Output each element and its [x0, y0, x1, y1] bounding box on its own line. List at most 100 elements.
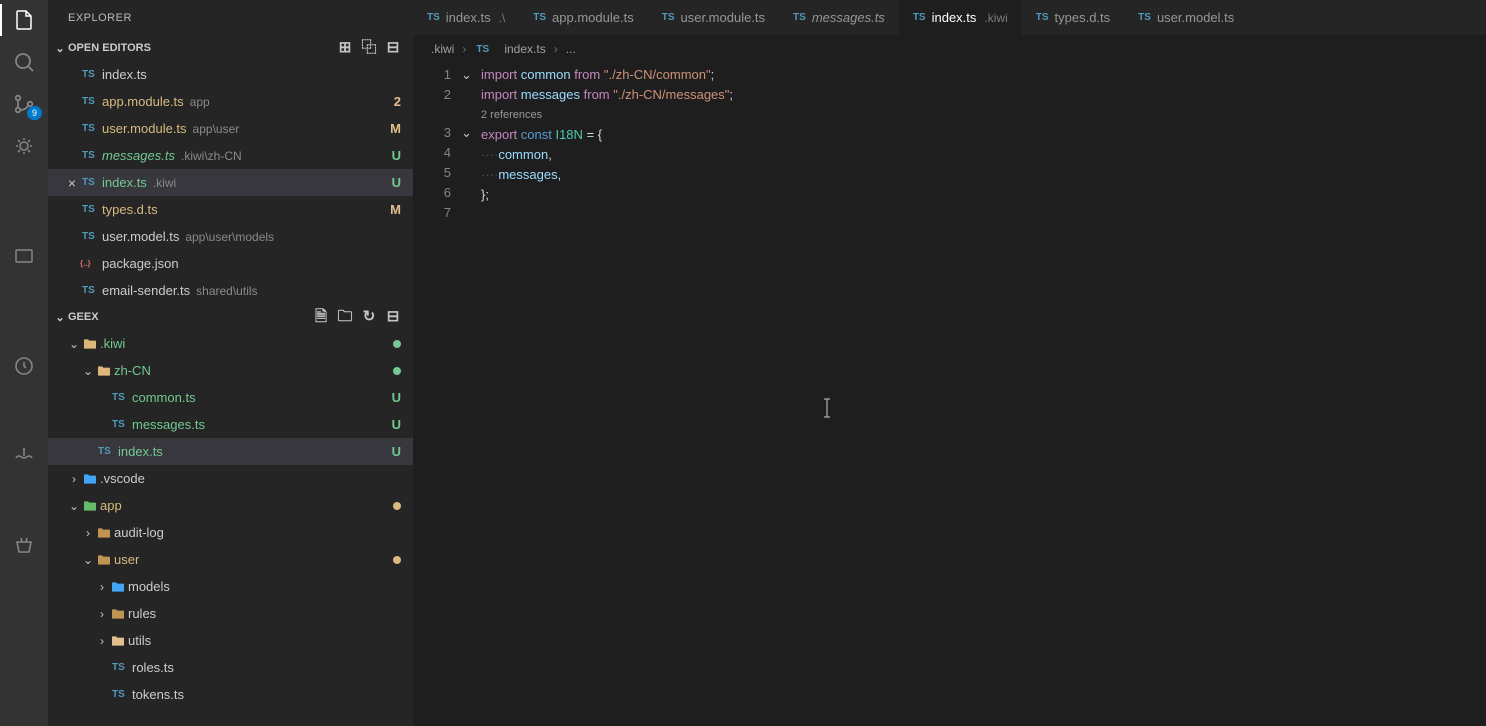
chevron-down-icon[interactable]: ⌄ [80, 553, 96, 567]
fold-down-icon[interactable]: ⌄ [461, 65, 481, 85]
editor-tab[interactable]: TSapp.module.ts [519, 0, 647, 35]
tree-item[interactable]: › audit-log [48, 519, 413, 546]
breadcrumb-more[interactable]: ... [566, 42, 576, 56]
file-label: audit-log [114, 525, 164, 540]
new-folder-icon[interactable]: 🗀 [337, 309, 353, 325]
debug-icon[interactable] [12, 134, 36, 158]
chevron-right-icon[interactable]: › [66, 472, 82, 486]
tree-item[interactable]: ⌄app [48, 492, 413, 519]
file-label: messages.ts [132, 417, 205, 432]
editor-tab[interactable]: TSindex.ts.\ [413, 0, 519, 35]
extension-icon-1[interactable] [12, 244, 36, 268]
tree-item[interactable]: ›.vscode [48, 465, 413, 492]
open-editor-item[interactable]: TSemail-sender.tsshared\utils [48, 277, 413, 304]
open-editor-item[interactable]: {..}package.json [48, 250, 413, 277]
editor-tab[interactable]: TSmessages.ts [779, 0, 899, 35]
open-editor-item[interactable]: TSapp.module.tsapp2 [48, 88, 413, 115]
tree-item[interactable]: TSroles.ts [48, 654, 413, 681]
tree-item[interactable]: TSindex.tsU [48, 438, 413, 465]
keyword: from [584, 87, 610, 102]
open-editor-item[interactable]: TStypes.d.tsM [48, 196, 413, 223]
code-editor[interactable]: 1 2 3 4 5 6 7 ⌄ ⌄ import common from "./… [413, 63, 1486, 225]
ts-icon: TS [80, 96, 102, 107]
refresh-icon[interactable]: ↻ [361, 309, 377, 325]
breadcrumb[interactable]: .kiwi › TS index.ts › ... [413, 35, 1486, 63]
source-control-icon[interactable]: 9 [12, 92, 36, 116]
sidebar: EXPLORER ⌄ OPEN EDITORS ⊞ ⿻ ⊟ TSindex.ts… [48, 0, 413, 726]
open-editor-item[interactable]: TSuser.module.tsapp\userM [48, 115, 413, 142]
tab-label: types.d.ts [1055, 10, 1111, 25]
close-all-icon[interactable]: ⊟ [385, 40, 401, 56]
breadcrumb-file[interactable]: index.ts [504, 42, 545, 56]
chevron-right-icon[interactable]: › [94, 634, 110, 648]
line-number: 1 [413, 65, 451, 85]
close-icon[interactable]: × [64, 175, 80, 191]
extension-icon-3[interactable] [12, 444, 36, 468]
chevron-down-icon[interactable]: ⌄ [80, 364, 96, 378]
editor-tab[interactable]: TStypes.d.ts [1022, 0, 1124, 35]
ts-icon: TS [474, 44, 496, 55]
git-status: M [385, 202, 401, 217]
tree-item[interactable]: TStokens.ts [48, 681, 413, 708]
chevron-right-icon[interactable]: › [94, 607, 110, 621]
new-untitled-icon[interactable]: ⊞ [337, 40, 353, 56]
file-label: package.json [102, 256, 179, 271]
chevron-right-icon[interactable]: › [94, 580, 110, 594]
activity-bar: 9 [0, 0, 48, 726]
sidebar-title: EXPLORER [48, 0, 413, 35]
line-number: 5 [413, 163, 451, 183]
codelens[interactable]: 2 references [481, 105, 1486, 125]
open-editors-list: TSindex.tsTSapp.module.tsapp2TSuser.modu… [48, 61, 413, 304]
editor-tab[interactable]: TSuser.module.ts [648, 0, 779, 35]
chevron-down-icon[interactable]: ⌄ [66, 337, 82, 351]
tree-item[interactable]: TScommon.tsU [48, 384, 413, 411]
fold-down-icon[interactable]: ⌄ [461, 123, 481, 143]
collapse-icon[interactable]: ⊟ [385, 309, 401, 325]
ts-icon: TS [80, 123, 102, 134]
ts-icon: TS [110, 689, 132, 700]
file-label: common.ts [132, 390, 196, 405]
identifier: common [498, 147, 548, 162]
editor-tab[interactable]: TSuser.model.ts [1124, 0, 1248, 35]
breadcrumb-folder[interactable]: .kiwi [431, 42, 454, 56]
file-label: index.ts [102, 67, 147, 82]
open-editors-header[interactable]: ⌄ OPEN EDITORS ⊞ ⿻ ⊟ [48, 35, 413, 61]
project-header[interactable]: ⌄ GEEX 🗎 🗀 ↻ ⊟ [48, 304, 413, 330]
chevron-right-icon[interactable]: › [80, 526, 96, 540]
line-number: 7 [413, 203, 451, 223]
editor-tab[interactable]: TSindex.ts.kiwi [899, 0, 1022, 35]
chevron-down-icon[interactable]: ⌄ [66, 499, 82, 513]
identifier: messages [521, 87, 580, 102]
operator: = [587, 127, 595, 142]
save-all-icon[interactable]: ⿻ [361, 40, 377, 56]
extension-icon-2[interactable] [12, 354, 36, 378]
folder-icon [96, 363, 114, 379]
ts-icon: TS [913, 12, 926, 23]
open-editor-item[interactable]: TSindex.ts [48, 61, 413, 88]
tree-item[interactable]: ›utils [48, 627, 413, 654]
tree-item[interactable]: ⌄.kiwi [48, 330, 413, 357]
open-editor-item[interactable]: TSuser.model.tsapp\user\models [48, 223, 413, 250]
open-editor-item[interactable]: ×TSindex.ts.kiwiU [48, 169, 413, 196]
extension-icon-4[interactable] [12, 534, 36, 558]
editor-tabs: TSindex.ts.\TSapp.module.tsTSuser.module… [413, 0, 1486, 35]
new-file-icon[interactable]: 🗎 [313, 309, 329, 325]
search-icon[interactable] [12, 50, 36, 74]
code-content[interactable]: import common from "./zh-CN/common"; imp… [481, 65, 1486, 225]
file-label: types.d.ts [102, 202, 158, 217]
tab-hint: .\ [499, 11, 506, 25]
keyword: from [574, 67, 600, 82]
explorer-icon[interactable] [12, 8, 36, 32]
folder-icon [110, 606, 128, 622]
open-editor-item[interactable]: TSmessages.ts.kiwi\zh-CNU [48, 142, 413, 169]
chevron-right-icon: › [554, 42, 558, 56]
tree-item[interactable]: ⌄zh-CN [48, 357, 413, 384]
keyword: export [481, 127, 517, 142]
tab-label: messages.ts [812, 10, 885, 25]
tree-item[interactable]: ›models [48, 573, 413, 600]
tree-item[interactable]: TSmessages.tsU [48, 411, 413, 438]
chevron-down-icon: ⌄ [52, 311, 68, 324]
tree-item[interactable]: ⌄user [48, 546, 413, 573]
file-label: roles.ts [132, 660, 174, 675]
tree-item[interactable]: ›rules [48, 600, 413, 627]
